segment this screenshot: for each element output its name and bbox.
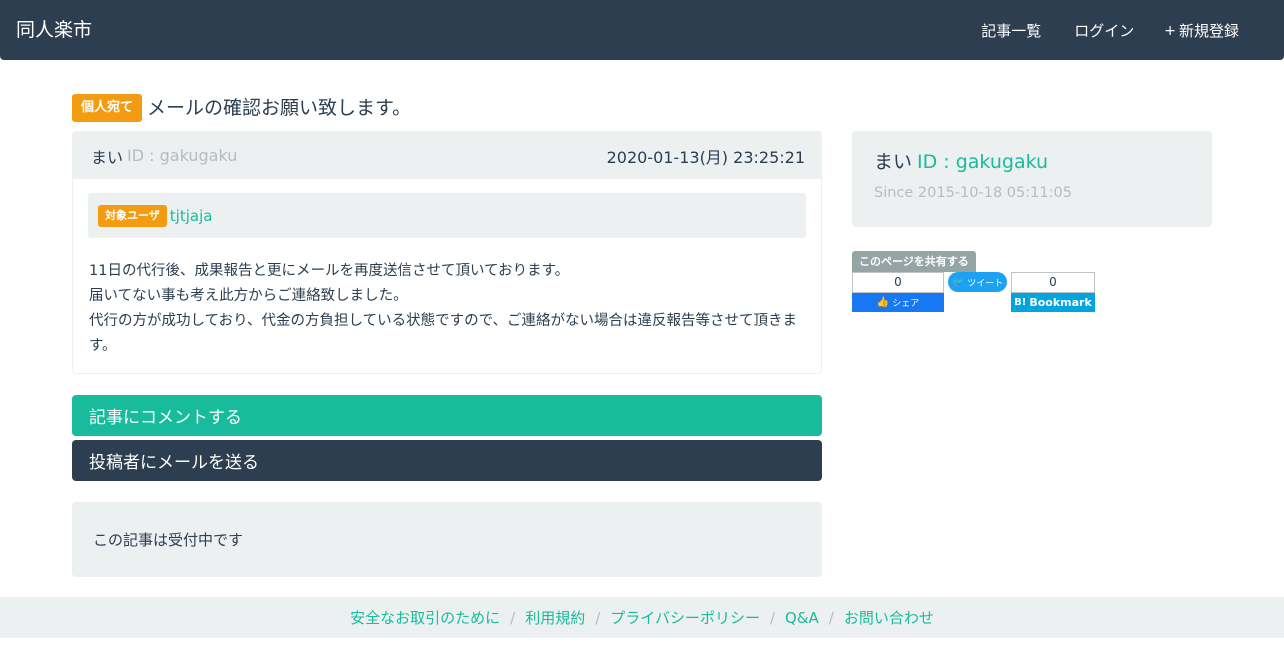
status-box: この記事は受付中です (72, 502, 822, 577)
hatena-bookmark-button[interactable]: B! Bookmark (1011, 293, 1095, 312)
article-body-line: 代行の方が成功しており、代金の方負担している状態ですので、ご連絡がない場合は違反… (89, 313, 798, 354)
article-type-badge: 個人宛て (72, 94, 143, 122)
target-user-link[interactable]: tjtjaja (170, 207, 213, 225)
footer: 安全なお取引のために / 利用規約 / プライバシーポリシー / Q&A / お… (0, 597, 1284, 638)
footer-link-terms[interactable]: 利用規約 (525, 607, 585, 628)
footer-link-qa[interactable]: Q&A (785, 609, 819, 627)
article-body-line: 11日の代行後、成果報告と更にメールを再度送信させて頂いております。 (89, 263, 570, 279)
article-panel-header: まい ID : gakugaku 2020-01-13(月) 23:25:21 (73, 132, 821, 179)
status-text: この記事は受付中です (93, 531, 244, 549)
profile-since: Since 2015-10-18 05:11:05 (872, 185, 1192, 201)
profile-since-text: Since 2015-10-18 05:11:05 (874, 185, 1072, 201)
footer-link-contact[interactable]: お問い合わせ (844, 607, 934, 628)
send-mail-button[interactable]: 投稿者にメールを送る (72, 440, 822, 481)
footer-link-privacy[interactable]: プライバシーポリシー (610, 607, 760, 628)
share-label: このページを共有する (852, 251, 976, 272)
twitter-tweet-label: ツイート (967, 278, 1004, 289)
article-panel: まい ID : gakugaku 2020-01-13(月) 23:25:21 … (72, 131, 822, 374)
footer-separator: / (769, 608, 776, 627)
article-body: 11日の代行後、成果報告と更にメールを再度送信させて頂いております。 届いてない… (89, 259, 809, 359)
navbar: 同人楽市 記事一覧 ログイン + 新規登録 (0, 0, 1284, 60)
hatena-bookmark-count: 0 (1011, 272, 1095, 293)
footer-separator: / (510, 608, 516, 627)
article-body-line: 届いてない事も考え此方からご連絡致しました。 (89, 288, 408, 304)
facebook-share-count: 0 (852, 272, 944, 293)
nav-login[interactable]: ログイン (1071, 20, 1134, 42)
article-date: 2020-01-13(月) 23:25:21 (605, 144, 805, 168)
footer-link-safety[interactable]: 安全なお取引のために (350, 607, 500, 628)
hatena-logo-icon: B! (1014, 297, 1027, 308)
brand-link[interactable]: 同人楽市 (16, 17, 92, 43)
profile-name-row: まい ID : gakugaku (872, 149, 1192, 175)
article-title-text: メールの確認お願い致します。 (147, 97, 412, 119)
target-user-badge: 対象ユーザ (98, 204, 167, 227)
article-date-text: 2020-01-13(月) 23:25:21 (606, 147, 805, 167)
hatena-bookmark-widget: 0 B! Bookmark (1011, 272, 1095, 312)
twitter-tweet-button[interactable]: 🐦 ツイート (948, 272, 1007, 292)
nav-register-label: 新規登録 (1178, 22, 1239, 40)
hatena-bookmark-label: Bookmark (1029, 296, 1092, 309)
facebook-share-button[interactable]: 👍 シェア (852, 293, 944, 312)
article-title: 個人宛て メールの確認お願い致します。 (72, 94, 411, 122)
nav-article-list[interactable]: 記事一覧 (978, 20, 1041, 42)
profile-name: まい (874, 151, 913, 173)
footer-separator: / (828, 608, 834, 627)
profile-id-link[interactable]: ID : gakugaku (917, 149, 1048, 175)
article-author-id: ID : gakugaku (127, 146, 238, 165)
article-author: まい ID : gakugaku (89, 144, 237, 168)
comment-button[interactable]: 記事にコメントする (72, 395, 822, 436)
footer-separator: / (595, 608, 601, 627)
nav-article-list-label: 記事一覧 (981, 22, 1042, 40)
nav-menu: 記事一覧 ログイン + 新規登録 (978, 20, 1239, 42)
plus-icon: + (1164, 23, 1176, 39)
nav-login-label: ログイン (1074, 22, 1135, 40)
twitter-bird-icon: 🐦 (951, 276, 965, 288)
thumbs-up-icon: 👍 (876, 297, 890, 308)
nav-register[interactable]: + 新規登録 (1164, 20, 1239, 42)
profile-card: まい ID : gakugaku Since 2015-10-18 05:11:… (852, 131, 1212, 227)
target-user-box: 対象ユーザ tjtjaja (88, 193, 806, 238)
facebook-share-widget: 0 👍 シェア (852, 272, 944, 312)
facebook-share-label: シェア (892, 299, 920, 309)
article-author-name: まい (91, 147, 124, 167)
